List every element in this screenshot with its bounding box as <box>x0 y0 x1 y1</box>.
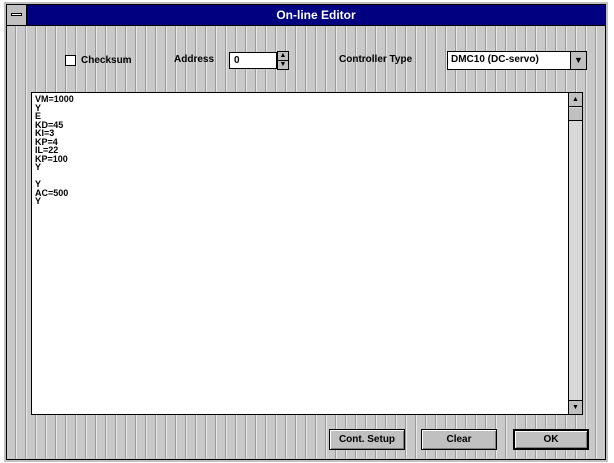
address-input[interactable]: 0 <box>229 52 277 69</box>
controller-type-value: DMC10 (DC-servo) <box>451 54 539 65</box>
scroll-up-icon[interactable]: ▲ <box>569 93 582 107</box>
address-label: Address <box>174 54 215 65</box>
address-spinner[interactable]: ▲ ▼ <box>277 51 289 70</box>
title-bar: On-line Editor <box>7 5 605 26</box>
cont-setup-button[interactable]: Cont. Setup <box>329 429 405 450</box>
online-editor-window: On-line Editor Checksum Address 0 ▲ ▼ Co… <box>4 2 608 462</box>
dialog-client-area: Checksum Address 0 ▲ ▼ Controller Type D… <box>7 26 605 459</box>
ok-button[interactable]: OK <box>513 429 589 450</box>
checksum-label: Checksum <box>81 54 132 66</box>
window-title: On-line Editor <box>276 8 356 22</box>
system-menu-button[interactable] <box>7 5 27 25</box>
checksum-checkbox-group[interactable]: Checksum <box>65 52 132 68</box>
system-menu-icon <box>11 13 22 16</box>
dropdown-arrow-icon[interactable]: ▼ <box>570 52 586 69</box>
clear-button[interactable]: Clear <box>421 429 497 450</box>
scroll-thumb[interactable] <box>569 108 582 121</box>
vertical-scrollbar[interactable]: ▲ ▼ <box>568 93 582 414</box>
spin-up-icon[interactable]: ▲ <box>278 52 288 61</box>
controller-type-select[interactable]: DMC10 (DC-servo) ▼ <box>447 51 587 70</box>
controller-type-label: Controller Type <box>339 54 413 65</box>
scroll-down-icon[interactable]: ▼ <box>569 400 582 414</box>
editor-textarea[interactable]: VM=1000 Y E KD=45 KI=3 KP=4 IL=22 KP=100… <box>31 92 583 415</box>
checksum-checkbox[interactable] <box>65 54 76 66</box>
spin-down-icon[interactable]: ▼ <box>278 61 288 69</box>
editor-content[interactable]: VM=1000 Y E KD=45 KI=3 KP=4 IL=22 KP=100… <box>35 95 562 412</box>
